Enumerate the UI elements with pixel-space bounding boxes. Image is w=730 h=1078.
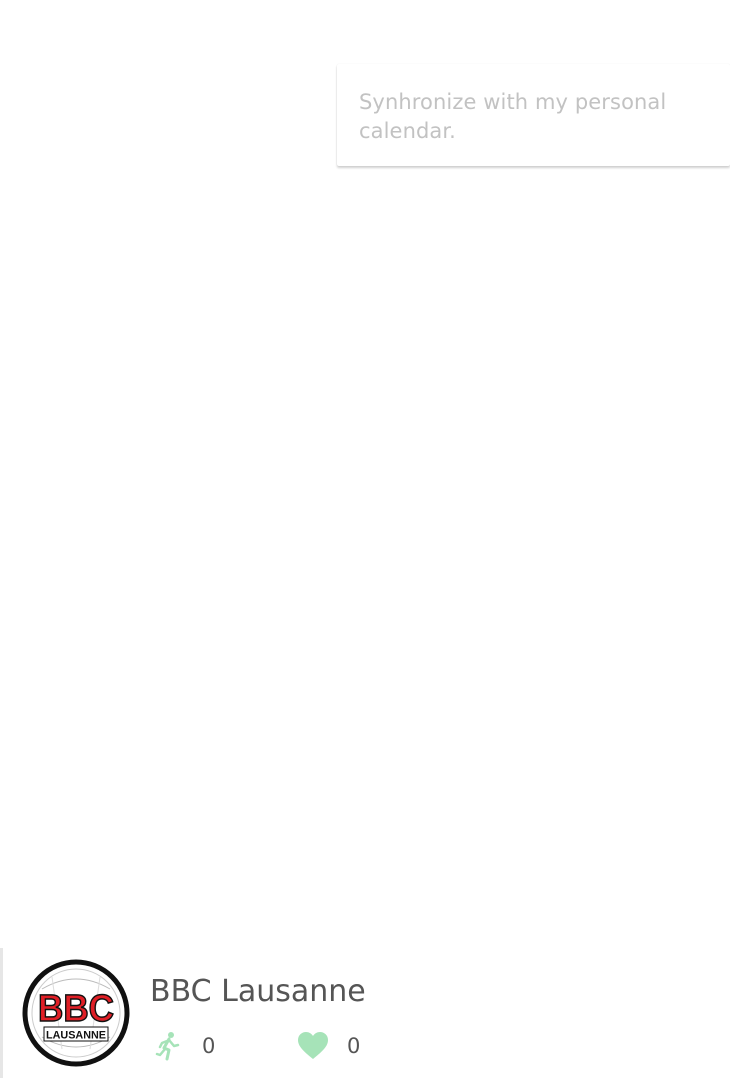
players-stat: 0 (152, 1030, 215, 1062)
likes-stat[interactable]: 0 (297, 1030, 360, 1062)
club-logo: BBC LAUSANNE (22, 959, 130, 1067)
running-person-icon (152, 1030, 184, 1062)
club-name: BBC Lausanne (150, 974, 366, 1009)
sync-calendar-card[interactable]: Synhronize with my personal calendar. (337, 64, 730, 166)
likes-count: 0 (347, 1034, 361, 1058)
heart-icon[interactable] (297, 1030, 329, 1062)
page: Synhronize with my personal calendar. BB… (0, 0, 730, 1078)
club-logo-sub-text: LAUSANNE (46, 1030, 106, 1042)
club-logo-main-text: BBC (38, 988, 114, 1030)
club-list-item[interactable]: BBC LAUSANNE BBC Lausanne 0 0 (0, 948, 730, 1078)
players-count: 0 (202, 1034, 216, 1058)
list-item-divider (0, 948, 3, 1078)
sync-calendar-text: Synhronize with my personal calendar. (359, 90, 667, 143)
